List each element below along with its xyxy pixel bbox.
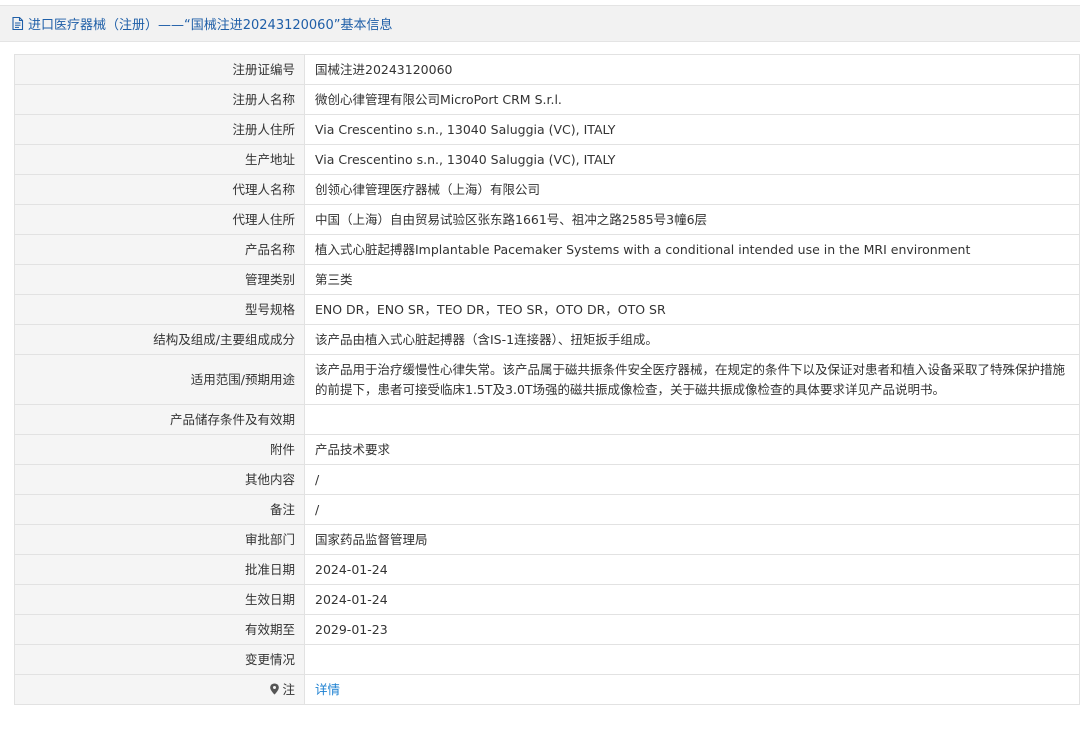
document-icon: [12, 16, 24, 31]
field-value: [304, 644, 1080, 675]
note-value-cell: 详情: [304, 674, 1080, 705]
field-label: 型号规格: [14, 294, 305, 325]
field-label: 结构及组成/主要组成成分: [14, 324, 305, 355]
field-value: 中国（上海）自由贸易试验区张东路1661号、祖冲之路2585号3幢6层: [304, 204, 1080, 235]
table-row: 产品名称 植入式心脏起搏器Implantable Pacemaker Syste…: [14, 234, 1080, 265]
field-label: 注册人名称: [14, 84, 305, 115]
field-value: 国械注进20243120060: [304, 54, 1080, 85]
table-row: 代理人住所 中国（上海）自由贸易试验区张东路1661号、祖冲之路2585号3幢6…: [14, 204, 1080, 235]
field-label: 代理人名称: [14, 174, 305, 205]
field-label: 管理类别: [14, 264, 305, 295]
table-row: 产品储存条件及有效期: [14, 404, 1080, 435]
table-row: 注册证编号 国械注进20243120060: [14, 54, 1080, 85]
field-value: 2029-01-23: [304, 614, 1080, 645]
table-row: 变更情况: [14, 644, 1080, 675]
table-row: 生效日期 2024-01-24: [14, 584, 1080, 615]
field-label: 产品名称: [14, 234, 305, 265]
registration-detail-page: 进口医疗器械（注册）——“国械注进20243120060”基本信息 注册证编号 …: [0, 0, 1080, 733]
field-value: 2024-01-24: [304, 554, 1080, 585]
table-row: 附件 产品技术要求: [14, 434, 1080, 465]
table-row: 备注 /: [14, 494, 1080, 525]
field-value: 植入式心脏起搏器Implantable Pacemaker Systems wi…: [304, 234, 1080, 265]
table-row: 适用范围/预期用途 该产品用于治疗缓慢性心律失常。该产品属于磁共振条件安全医疗器…: [14, 354, 1080, 405]
field-value: Via Crescentino s.n., 13040 Saluggia (VC…: [304, 144, 1080, 175]
field-label: 产品储存条件及有效期: [14, 404, 305, 435]
note-label: 注: [282, 681, 295, 697]
table-row: 代理人名称 创领心律管理医疗器械（上海）有限公司: [14, 174, 1080, 205]
field-label: 注册证编号: [14, 54, 305, 85]
details-link[interactable]: 详情: [315, 682, 340, 697]
table-row: 生产地址 Via Crescentino s.n., 13040 Saluggi…: [14, 144, 1080, 175]
field-value: /: [304, 494, 1080, 525]
table-row: 结构及组成/主要组成成分 该产品由植入式心脏起搏器（含IS-1连接器）、扭矩扳手…: [14, 324, 1080, 355]
table-row: 注册人名称 微创心律管理有限公司MicroPort CRM S.r.l.: [14, 84, 1080, 115]
field-value: 该产品由植入式心脏起搏器（含IS-1连接器）、扭矩扳手组成。: [304, 324, 1080, 355]
table-row: 有效期至 2029-01-23: [14, 614, 1080, 645]
field-value: /: [304, 464, 1080, 495]
table-row: 型号规格 ENO DR，ENO SR，TEO DR，TEO SR，OTO DR，…: [14, 294, 1080, 325]
field-label: 有效期至: [14, 614, 305, 645]
map-pin-icon: [270, 683, 280, 694]
field-label: 审批部门: [14, 524, 305, 555]
field-label: 备注: [14, 494, 305, 525]
field-value: 第三类: [304, 264, 1080, 295]
page-header: 进口医疗器械（注册）——“国械注进20243120060”基本信息: [0, 5, 1080, 42]
field-value: [304, 404, 1080, 435]
field-label: 批准日期: [14, 554, 305, 585]
table-row: 审批部门 国家药品监督管理局: [14, 524, 1080, 555]
field-label: 附件: [14, 434, 305, 465]
field-value: 2024-01-24: [304, 584, 1080, 615]
field-label: 变更情况: [14, 644, 305, 675]
note-label-cell: 注: [14, 674, 305, 705]
field-value: 微创心律管理有限公司MicroPort CRM S.r.l.: [304, 84, 1080, 115]
field-label: 生产地址: [14, 144, 305, 175]
field-value: 国家药品监督管理局: [304, 524, 1080, 555]
field-value: 该产品用于治疗缓慢性心律失常。该产品属于磁共振条件安全医疗器械，在规定的条件下以…: [304, 354, 1080, 405]
info-table: 注册证编号 国械注进20243120060 注册人名称 微创心律管理有限公司Mi…: [14, 54, 1080, 705]
field-value: 创领心律管理医疗器械（上海）有限公司: [304, 174, 1080, 205]
table-row: 管理类别 第三类: [14, 264, 1080, 295]
table-row: 其他内容 /: [14, 464, 1080, 495]
table-row: 批准日期 2024-01-24: [14, 554, 1080, 585]
field-label: 生效日期: [14, 584, 305, 615]
field-label: 代理人住所: [14, 204, 305, 235]
field-label: 适用范围/预期用途: [14, 354, 305, 405]
page-title: 进口医疗器械（注册）——“国械注进20243120060”基本信息: [28, 18, 393, 33]
field-label: 注册人住所: [14, 114, 305, 145]
note-row: 注 详情: [14, 674, 1080, 705]
field-label: 其他内容: [14, 464, 305, 495]
field-value: ENO DR，ENO SR，TEO DR，TEO SR，OTO DR，OTO S…: [304, 294, 1080, 325]
table-row: 注册人住所 Via Crescentino s.n., 13040 Salugg…: [14, 114, 1080, 145]
field-value: Via Crescentino s.n., 13040 Saluggia (VC…: [304, 114, 1080, 145]
field-value: 产品技术要求: [304, 434, 1080, 465]
